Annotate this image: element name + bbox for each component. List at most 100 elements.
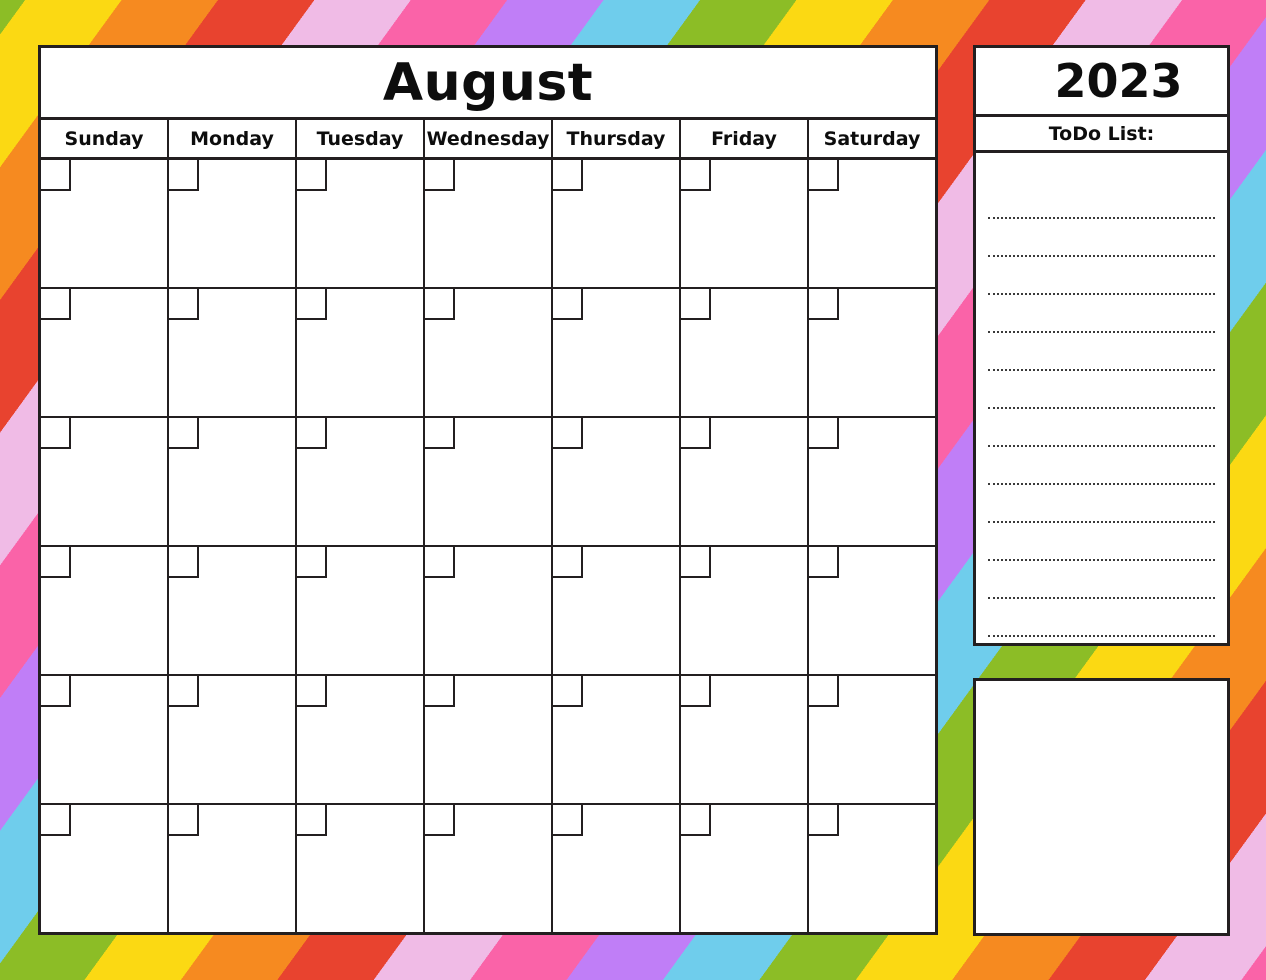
day-cell[interactable] — [809, 547, 935, 674]
day-cell[interactable] — [681, 805, 809, 932]
todo-line[interactable] — [988, 447, 1215, 485]
todo-line[interactable] — [988, 561, 1215, 599]
date-number-box[interactable] — [553, 418, 583, 449]
day-cell[interactable] — [297, 160, 425, 287]
day-cell[interactable] — [553, 676, 681, 803]
day-cell[interactable] — [41, 547, 169, 674]
day-cell[interactable] — [169, 547, 297, 674]
date-number-box[interactable] — [425, 547, 455, 578]
date-number-box[interactable] — [297, 547, 327, 578]
date-number-box[interactable] — [297, 805, 327, 836]
day-cell[interactable] — [681, 289, 809, 416]
date-number-box[interactable] — [169, 160, 199, 191]
day-cell[interactable] — [681, 547, 809, 674]
day-cell[interactable] — [169, 160, 297, 287]
date-number-box[interactable] — [553, 805, 583, 836]
date-number-box[interactable] — [553, 160, 583, 191]
date-number-box[interactable] — [169, 805, 199, 836]
date-number-box[interactable] — [425, 676, 455, 707]
todo-line[interactable] — [988, 181, 1215, 219]
date-number-box[interactable] — [809, 160, 839, 191]
date-number-box[interactable] — [681, 676, 711, 707]
day-cell[interactable] — [41, 676, 169, 803]
todo-line[interactable] — [988, 371, 1215, 409]
day-cell[interactable] — [809, 418, 935, 545]
todo-line[interactable] — [988, 409, 1215, 447]
date-number-box[interactable] — [41, 547, 71, 578]
todo-line[interactable] — [988, 599, 1215, 637]
date-number-box[interactable] — [809, 676, 839, 707]
todo-line[interactable] — [988, 219, 1215, 257]
date-number-box[interactable] — [681, 805, 711, 836]
day-cell[interactable] — [553, 805, 681, 932]
date-number-box[interactable] — [553, 547, 583, 578]
day-cell[interactable] — [425, 418, 553, 545]
day-cell[interactable] — [553, 547, 681, 674]
day-cell[interactable] — [425, 160, 553, 287]
date-number-box[interactable] — [297, 160, 327, 191]
date-number-box[interactable] — [41, 160, 71, 191]
day-cell[interactable] — [553, 289, 681, 416]
day-cell[interactable] — [425, 547, 553, 674]
day-cell[interactable] — [41, 160, 169, 287]
day-cell[interactable] — [169, 418, 297, 545]
day-cell[interactable] — [809, 160, 935, 287]
day-cell[interactable] — [297, 805, 425, 932]
day-cell[interactable] — [681, 418, 809, 545]
date-number-box[interactable] — [297, 289, 327, 320]
date-number-box[interactable] — [425, 289, 455, 320]
day-cell[interactable] — [553, 418, 681, 545]
todo-line[interactable] — [988, 333, 1215, 371]
weekday-header-monday: Monday — [169, 120, 297, 157]
date-number-box[interactable] — [681, 547, 711, 578]
day-cell[interactable] — [809, 805, 935, 932]
day-cell[interactable] — [41, 289, 169, 416]
day-cell[interactable] — [297, 418, 425, 545]
todo-line[interactable] — [988, 485, 1215, 523]
day-cell[interactable] — [41, 418, 169, 545]
date-number-box[interactable] — [169, 418, 199, 449]
todo-line[interactable] — [988, 257, 1215, 295]
date-number-box[interactable] — [41, 289, 71, 320]
todo-line[interactable] — [988, 523, 1215, 561]
day-cell[interactable] — [425, 805, 553, 932]
day-cell[interactable] — [425, 676, 553, 803]
day-cell[interactable] — [809, 676, 935, 803]
date-number-box[interactable] — [425, 805, 455, 836]
day-cell[interactable] — [41, 805, 169, 932]
date-number-box[interactable] — [553, 289, 583, 320]
date-number-box[interactable] — [169, 289, 199, 320]
day-cell[interactable] — [297, 676, 425, 803]
date-number-box[interactable] — [681, 289, 711, 320]
day-cell[interactable] — [169, 805, 297, 932]
weekday-header-row: Sunday Monday Tuesday Wednesday Thursday… — [41, 120, 935, 160]
date-number-box[interactable] — [425, 418, 455, 449]
day-cell[interactable] — [297, 547, 425, 674]
date-number-box[interactable] — [809, 805, 839, 836]
date-number-box[interactable] — [169, 676, 199, 707]
day-cell[interactable] — [297, 289, 425, 416]
date-number-box[interactable] — [297, 676, 327, 707]
date-number-box[interactable] — [425, 160, 455, 191]
todo-line[interactable] — [988, 295, 1215, 333]
day-cell[interactable] — [681, 676, 809, 803]
day-cell[interactable] — [553, 160, 681, 287]
date-number-box[interactable] — [41, 418, 71, 449]
notes-box[interactable] — [973, 678, 1230, 936]
day-cell[interactable] — [169, 676, 297, 803]
day-cell[interactable] — [681, 160, 809, 287]
week-row — [41, 160, 935, 289]
date-number-box[interactable] — [41, 805, 71, 836]
day-cell[interactable] — [425, 289, 553, 416]
date-number-box[interactable] — [809, 289, 839, 320]
date-number-box[interactable] — [169, 547, 199, 578]
day-cell[interactable] — [809, 289, 935, 416]
date-number-box[interactable] — [809, 547, 839, 578]
date-number-box[interactable] — [681, 418, 711, 449]
date-number-box[interactable] — [553, 676, 583, 707]
date-number-box[interactable] — [681, 160, 711, 191]
date-number-box[interactable] — [41, 676, 71, 707]
day-cell[interactable] — [169, 289, 297, 416]
date-number-box[interactable] — [809, 418, 839, 449]
date-number-box[interactable] — [297, 418, 327, 449]
